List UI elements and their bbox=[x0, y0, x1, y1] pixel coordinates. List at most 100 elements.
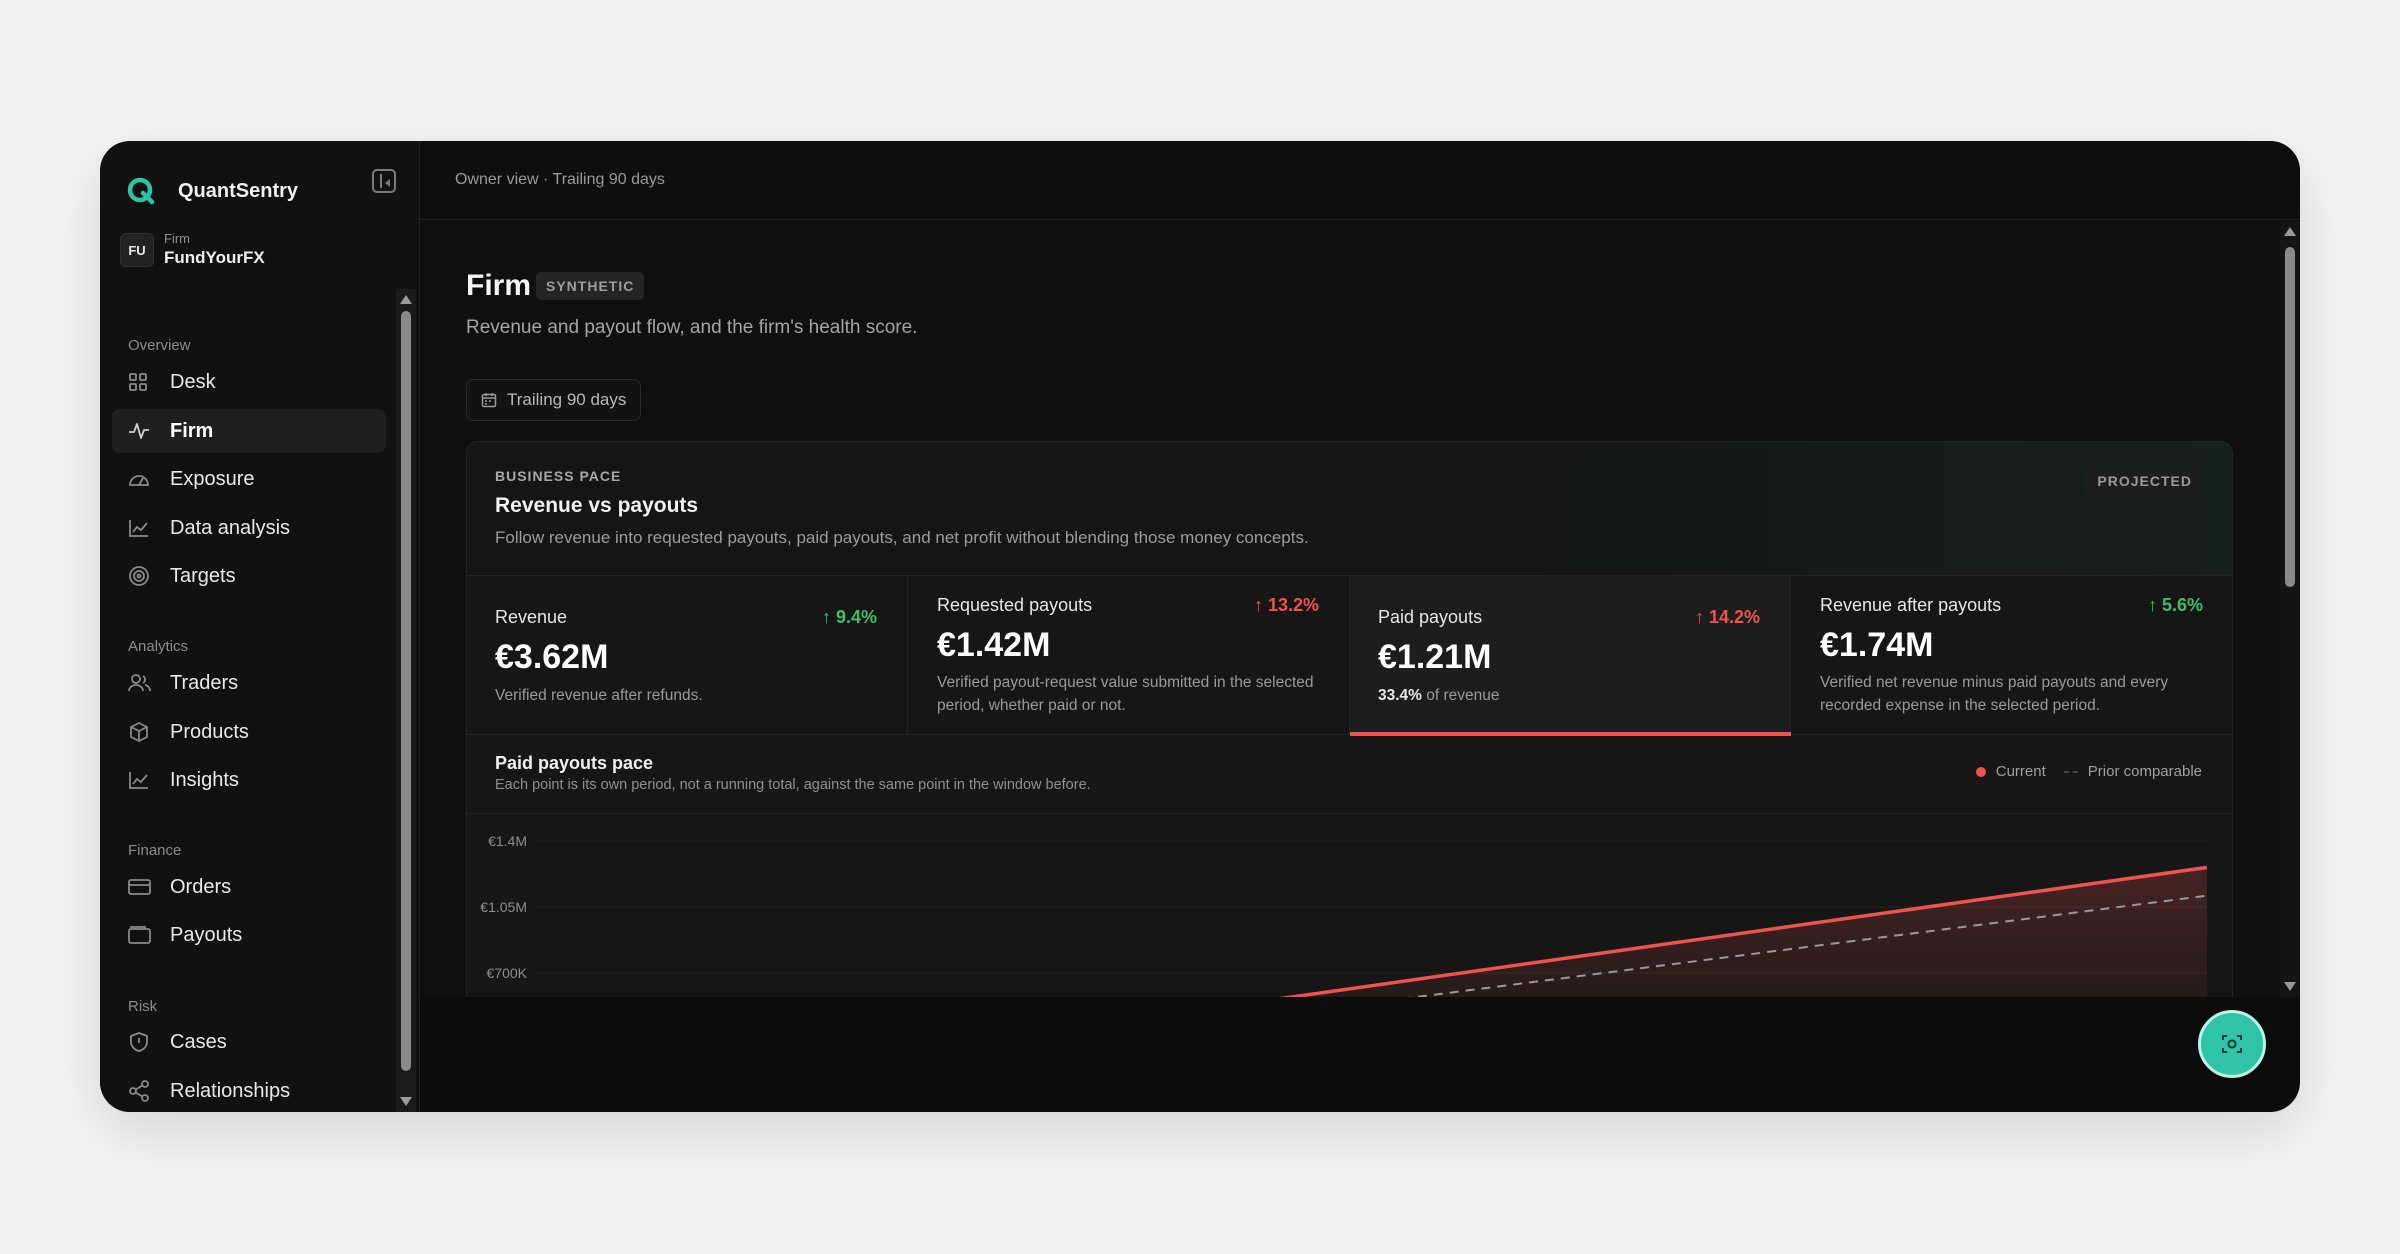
date-range-label: Trailing 90 days bbox=[507, 390, 627, 409]
card-description: Follow revenue into requested payouts, p… bbox=[495, 528, 1309, 547]
credit-card-icon bbox=[128, 876, 168, 898]
metric-value: €3.62M bbox=[495, 638, 609, 676]
sidebar-item-cases[interactable]: Cases bbox=[112, 1020, 386, 1064]
calendar-icon bbox=[481, 393, 497, 408]
sidebar-scrollbar[interactable] bbox=[396, 289, 416, 1112]
sidebar-item-label: Products bbox=[170, 720, 249, 743]
context-label: Owner view · Trailing 90 days bbox=[455, 171, 665, 188]
metric-delta: ↑ 9.4% bbox=[821, 607, 877, 627]
chart-legend: Current Prior comparable bbox=[1975, 763, 2202, 780]
sidebar-item-orders[interactable]: Orders bbox=[112, 865, 386, 909]
gauge-icon bbox=[128, 468, 168, 490]
metric-revenue[interactable]: Revenue ↑ 9.4% €3.62M Verified revenue a… bbox=[467, 576, 908, 735]
sidebar-item-label: Targets bbox=[170, 564, 236, 587]
scroll-up-icon[interactable] bbox=[2284, 227, 2296, 236]
metric-tiles: Revenue ↑ 9.4% €3.62M Verified revenue a… bbox=[467, 575, 2232, 736]
page-subtitle: Revenue and payout flow, and the firm's … bbox=[466, 317, 918, 338]
users-icon bbox=[128, 672, 168, 694]
metric-note: 33.4% of revenue bbox=[1378, 687, 1500, 704]
firm-name: FundYourFX bbox=[164, 248, 265, 267]
package-icon bbox=[128, 721, 168, 743]
topbar: Owner view · Trailing 90 days bbox=[420, 141, 2300, 220]
nav-section-finance: Finance bbox=[128, 842, 182, 859]
metric-label: Revenue bbox=[495, 607, 568, 627]
legend-current-label: Current bbox=[1995, 763, 2046, 780]
nav-section-analytics: Analytics bbox=[128, 638, 189, 655]
wallet-icon bbox=[128, 924, 168, 946]
metric-paid-payouts[interactable]: Paid payouts ↑ 14.2% €1.21M 33.4% of rev… bbox=[1350, 576, 1791, 736]
metric-revenue-after-payouts[interactable]: Revenue after payouts ↑ 5.6% €1.74M Veri… bbox=[1792, 576, 2232, 735]
scroll-down-icon[interactable] bbox=[400, 1097, 412, 1106]
card-title: Revenue vs payouts bbox=[495, 494, 699, 517]
metric-value: €1.42M bbox=[937, 626, 1051, 664]
metric-note: Verified revenue after refunds. bbox=[495, 687, 703, 704]
brand[interactable]: QuantSentry bbox=[126, 167, 298, 215]
sidebar-item-firm[interactable]: Firm bbox=[112, 409, 386, 453]
date-range-button[interactable]: Trailing 90 days bbox=[466, 379, 642, 421]
shield-icon bbox=[128, 1031, 168, 1053]
sidebar-item-label: Relationships bbox=[170, 1079, 291, 1102]
synthetic-badge: SYNTHETIC bbox=[536, 272, 645, 300]
projected-badge: PROJECTED bbox=[2085, 466, 2204, 496]
arrow-up-icon: ↑ bbox=[1253, 595, 1263, 615]
business-pace-card: BUSINESS PACE Revenue vs payouts Follow … bbox=[466, 441, 2233, 997]
sidebar-item-insights[interactable]: Insights bbox=[112, 758, 386, 802]
metric-delta: ↑ 5.6% bbox=[2147, 595, 2203, 615]
screen-capture-button[interactable] bbox=[2198, 1010, 2266, 1078]
scroll-down-icon[interactable] bbox=[2284, 982, 2296, 991]
sidebar-item-label: Data analysis bbox=[170, 516, 291, 539]
y-tick-label: €1.05M bbox=[480, 899, 527, 915]
scroll-thumb[interactable] bbox=[401, 311, 411, 1071]
metric-requested-payouts[interactable]: Requested payouts ↑ 13.2% €1.42M Verifie… bbox=[909, 576, 1350, 735]
scan-icon bbox=[2222, 1035, 2242, 1053]
legend-prior-label: Prior comparable bbox=[2087, 763, 2202, 780]
sidebar-item-targets[interactable]: Targets bbox=[112, 554, 386, 598]
sidebar-item-label: Desk bbox=[170, 370, 216, 393]
sidebar-item-payouts[interactable]: Payouts bbox=[112, 913, 386, 957]
sidebar-item-label: Exposure bbox=[170, 467, 255, 490]
app-name: QuantSentry bbox=[178, 179, 299, 202]
y-tick-label: €700K bbox=[487, 965, 528, 981]
sidebar-item-label: Payouts bbox=[170, 923, 243, 946]
pulse-icon bbox=[128, 420, 168, 442]
target-icon bbox=[128, 565, 168, 587]
quantsentry-logo-icon bbox=[127, 177, 155, 205]
metric-value: €1.74M bbox=[1820, 626, 1934, 664]
page-title: Firm bbox=[466, 269, 532, 302]
legend-current-swatch bbox=[1975, 766, 1986, 777]
metric-value: €1.21M bbox=[1378, 638, 1492, 676]
card-kicker: BUSINESS PACE bbox=[495, 468, 622, 484]
chart-title: Paid payouts pace bbox=[495, 753, 654, 773]
line-chart-icon bbox=[128, 517, 168, 539]
main-scrollbar[interactable] bbox=[2280, 221, 2300, 997]
sidebar: QuantSentry FU Firm FundYourFX Overview … bbox=[100, 141, 420, 1112]
line-chart-icon bbox=[128, 769, 168, 791]
metric-label: Paid payouts bbox=[1378, 607, 1483, 627]
metric-delta: ↑ 14.2% bbox=[1694, 607, 1760, 627]
firm-avatar: FU bbox=[120, 233, 154, 267]
nav-section-overview: Overview bbox=[128, 337, 191, 354]
sidebar-item-label: Cases bbox=[170, 1030, 227, 1053]
sidebar-item-exposure[interactable]: Exposure bbox=[112, 457, 386, 501]
paid-payouts-chart: €1.4M €1.05M €700K bbox=[480, 833, 2208, 997]
scroll-up-icon[interactable] bbox=[400, 295, 412, 304]
metric-note: Verified net revenue minus paid payouts … bbox=[1820, 674, 2169, 714]
share-icon bbox=[128, 1080, 168, 1102]
sidebar-item-traders[interactable]: Traders bbox=[112, 661, 386, 705]
legend-prior-swatch bbox=[2063, 770, 2078, 773]
sidebar-collapse-icon[interactable] bbox=[372, 169, 396, 193]
card-header: BUSINESS PACE Revenue vs payouts Follow … bbox=[467, 442, 2232, 575]
sidebar-item-data-analysis[interactable]: Data analysis bbox=[112, 506, 386, 550]
grid-icon bbox=[128, 371, 168, 393]
scroll-thumb[interactable] bbox=[2285, 247, 2295, 587]
sidebar-item-products[interactable]: Products bbox=[112, 710, 386, 754]
sidebar-item-relationships[interactable]: Relationships bbox=[112, 1069, 386, 1112]
sidebar-item-label: Firm bbox=[170, 419, 214, 442]
sidebar-item-desk[interactable]: Desk bbox=[112, 360, 386, 404]
metric-delta: ↑ 13.2% bbox=[1253, 595, 1319, 615]
arrow-up-icon: ↑ bbox=[1694, 607, 1704, 627]
firm-kicker: Firm bbox=[164, 231, 190, 246]
y-tick-label: €1.4M bbox=[488, 833, 527, 849]
firm-switcher[interactable]: FU Firm FundYourFX bbox=[120, 231, 265, 269]
main-area: Owner view · Trailing 90 days Firm SYNTH… bbox=[420, 141, 2300, 1112]
